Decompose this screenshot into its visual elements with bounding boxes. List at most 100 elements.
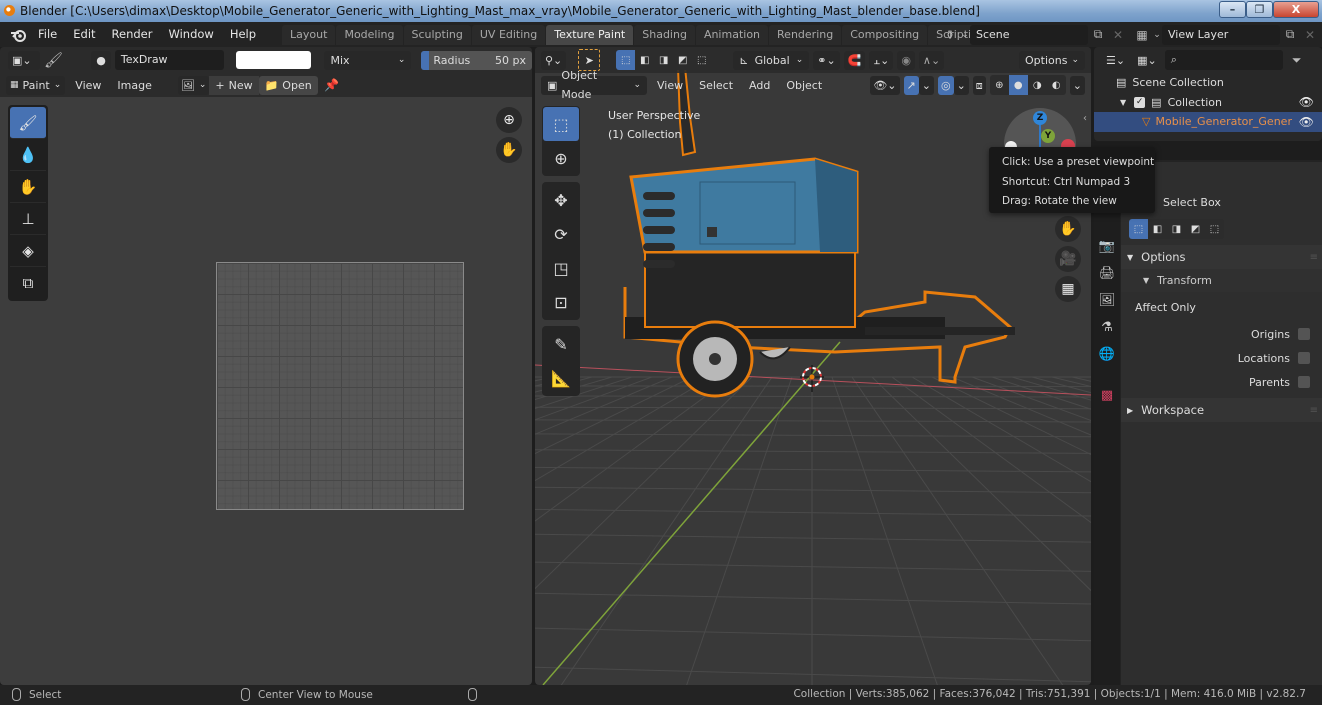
pan-hand-icon[interactable]: ✋ [1055,216,1081,242]
shading-options-chevron-icon[interactable]: ⌄ [1069,75,1085,95]
expand-arrow-icon[interactable]: ▼ [1120,98,1126,107]
select-box-tool[interactable]: ⬚ [543,107,579,141]
new-image-button[interactable]: + New [209,75,259,95]
view-layer-field[interactable]: View Layer [1162,24,1280,45]
tab-sculpting[interactable]: Sculpting [403,24,471,45]
material-shading-icon[interactable]: ◑ [1028,75,1047,95]
annotate-tool[interactable]: ✎ [543,327,579,361]
editor-type-button[interactable]: ▣⌄ [8,50,40,70]
chevron-down-icon[interactable]: ⌄ [918,75,934,95]
object-mode-dropdown[interactable]: ▣ Object Mode ⌄ [541,69,647,101]
select-invert-icon[interactable]: ◩ [1186,219,1205,239]
origins-checkbox-row[interactable]: Origins [1121,322,1322,346]
menu-select[interactable]: Select [693,76,739,95]
fill-tool[interactable]: ◈ [10,235,46,267]
outliner-row-scene-collection[interactable]: ▤ Scene Collection [1094,73,1322,93]
filter-icon[interactable]: ⏷ [1287,50,1307,70]
menu-render[interactable]: Render [104,22,161,47]
perspective-toggle-icon[interactable]: ▦ [1055,276,1081,302]
minimize-button[interactable]: – [1219,1,1246,18]
wireframe-shading-icon[interactable]: ⊕ [990,75,1009,95]
rotate-tool[interactable]: ⟳ [543,217,579,251]
menu-edit[interactable]: Edit [65,22,103,47]
scale-tool[interactable]: ◳ [543,251,579,285]
transform-tool[interactable]: ⊡ [543,285,579,319]
soften-tool[interactable]: 💧 [10,139,46,171]
delete-scene-icon[interactable]: ✕ [1108,25,1128,45]
clone-tool[interactable]: ⊥ [10,203,46,235]
outliner-search-input[interactable]: ⌕ [1164,50,1283,70]
scene-name-field[interactable]: Scene [970,24,1088,45]
solid-shading-icon[interactable]: ● [1008,75,1028,95]
select-subtract-icon[interactable]: ◨ [654,50,673,70]
chevron-down-icon[interactable]: ⌄ [953,75,969,95]
visibility-eye-icon[interactable]: 👁 [1299,115,1314,129]
xray-toggle-icon[interactable]: ⧈ [972,75,986,95]
menu-view[interactable]: View [69,76,107,95]
rendered-shading-icon[interactable]: ◐ [1047,75,1066,95]
tab-animation[interactable]: Animation [695,24,769,45]
drag-grip-icon[interactable]: ≡ [1310,252,1319,263]
visibility-dropdown[interactable]: 👁⌄ [870,75,900,95]
parents-checkbox-row[interactable]: Parents [1121,370,1322,394]
falloff-icon[interactable]: ∧⌄ [918,50,945,70]
3d-viewport[interactable]: ⚲⌄ ➤ ⬚ ◧ ◨ ◩ ⬚ ⊾ Global ⌄ ⚭⌄ 🧲 ⫠⌄ ◉ ∧⌄ Opt… [535,47,1091,685]
gizmo-toggle-icon[interactable]: ↗ [903,75,919,95]
radius-slider[interactable]: Radius 50 px [421,50,532,70]
orientation-dropdown[interactable]: ⊾ Global ⌄ [733,50,810,70]
visibility-eye-icon[interactable]: 👁 [1299,95,1314,109]
measure-tool[interactable]: 📐 [543,361,579,395]
brush-icon[interactable]: 🖌 [44,50,64,70]
brush-name-field[interactable]: TexDraw [114,50,224,70]
output-properties-tab[interactable]: 🖨 [1094,260,1120,287]
overlays-toggle-icon[interactable]: ◎ [937,75,954,95]
gizmo-z-axis[interactable]: Z [1033,111,1047,125]
filter-view-layer-button[interactable]: ▦⌄ [1133,50,1161,70]
sidebar-toggle-icon[interactable]: ‹ [1083,113,1087,124]
origins-checkbox[interactable] [1298,328,1310,340]
gizmo-y-axis[interactable]: Y [1041,129,1055,143]
brush-preview-icon[interactable]: ● [91,50,111,70]
open-image-button[interactable]: 📁 Open [258,75,318,95]
menu-help[interactable]: Help [222,22,264,47]
blender-logo-icon[interactable] [6,22,30,47]
display-mode-button[interactable]: ☰⌄ [1102,50,1130,70]
select-subtract-icon[interactable]: ◨ [1167,219,1186,239]
zoom-icon[interactable]: ⊕ [496,107,522,133]
drag-grip-icon[interactable]: ≡ [1310,405,1319,416]
world-properties-tab[interactable]: 🌐 [1094,341,1120,368]
menu-add[interactable]: Add [743,76,776,95]
workspace-panel-header[interactable]: ▶ Workspace ≡ [1121,398,1322,422]
locations-checkbox[interactable] [1298,352,1310,364]
tab-rendering[interactable]: Rendering [769,24,842,45]
mask-tool[interactable]: ⧉ [10,267,46,299]
texture-properties-tab[interactable]: ▩ [1094,382,1120,409]
select-intersect-icon[interactable]: ⬚ [1205,219,1224,239]
tab-shading[interactable]: Shading [634,24,695,45]
image-canvas-area[interactable] [0,97,532,685]
scene-icon[interactable]: ⚱ [940,25,960,45]
maximize-button[interactable]: ❐ [1246,1,1273,18]
snap-target-button[interactable]: ⫠⌄ [869,50,894,70]
blend-mode-dropdown[interactable]: Mix ⌄ [324,50,412,70]
tab-texture-paint[interactable]: Texture Paint [546,24,634,45]
transform-subpanel-header[interactable]: ▼ Transform [1121,269,1322,292]
select-new-icon[interactable]: ⬚ [1129,219,1148,239]
new-view-layer-icon[interactable]: ⧉ [1280,25,1300,45]
render-properties-tab[interactable]: 📷 [1094,233,1120,260]
cursor-tool[interactable]: ⊕ [543,141,579,175]
menu-view[interactable]: View [651,76,689,95]
select-extend-icon[interactable]: ◧ [635,50,654,70]
menu-file[interactable]: File [30,22,65,47]
camera-view-icon[interactable]: 🎥 [1055,246,1081,272]
select-invert-icon[interactable]: ◩ [673,50,692,70]
tab-modeling[interactable]: Modeling [336,24,403,45]
menu-object[interactable]: Object [780,76,828,95]
view-layer-icon[interactable]: ▦ [1132,25,1152,45]
collection-checkbox[interactable]: ✓ [1134,96,1146,108]
close-button[interactable]: X [1273,1,1319,18]
image-browse-button[interactable]: 🖼 ⌄ [177,75,210,95]
menu-image[interactable]: Image [111,76,157,95]
snap-toggle-icon[interactable]: 🧲 [843,50,866,70]
smear-tool[interactable]: ✋ [10,171,46,203]
